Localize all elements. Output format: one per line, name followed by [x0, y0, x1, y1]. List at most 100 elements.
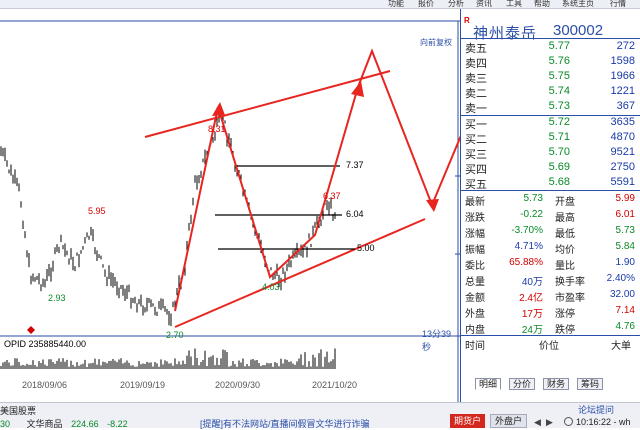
stat-label: 金额 — [465, 293, 485, 304]
stat-row: 委比 65.88% 量比 1.90 — [461, 255, 640, 272]
stat-label: 市盈率 — [555, 293, 585, 304]
tab-finance[interactable]: 财务 — [543, 378, 570, 390]
menu-item[interactable]: 分析 — [448, 0, 464, 8]
stat-label: 涨跌 — [465, 213, 485, 224]
arrow-left-icon[interactable]: ◀ — [534, 417, 541, 428]
arrowhead — [426, 199, 439, 212]
menu-item[interactable]: 行情 — [610, 0, 626, 8]
date-axis-label: 2021/10/20 — [312, 380, 358, 390]
ask-row[interactable]: 卖五 5.77 272 — [461, 39, 640, 55]
stat-value: 5.99 — [615, 193, 635, 204]
stat-label: 跌停 — [555, 325, 575, 336]
stat-value: 24万 — [521, 325, 543, 336]
menu-item[interactable]: 工具 — [506, 0, 522, 8]
stat-label: 外盘 — [465, 309, 485, 320]
ask-row[interactable]: 卖三 5.75 1966 — [461, 69, 640, 85]
menu-item[interactable]: 帮助 — [534, 0, 550, 8]
stat-value: 4.76 — [615, 321, 635, 332]
stat-value: 17万 — [521, 309, 543, 320]
stat-value: 4.71% — [514, 241, 543, 252]
stat-label: 涨幅 — [465, 229, 485, 240]
bid-price: 5.68 — [548, 176, 570, 188]
price-label-831: 8.31 — [208, 124, 226, 134]
market-tag[interactable]: 美国股票 — [0, 404, 36, 417]
stat-value: -3.70% — [511, 225, 543, 236]
clock-icon — [564, 417, 573, 426]
bid-row[interactable]: 买一 5.72 3635 — [461, 115, 640, 131]
bid-price: 5.70 — [548, 146, 570, 158]
forum-link[interactable]: 论坛提问 — [578, 403, 614, 416]
price-label-403: 4.03 — [262, 282, 280, 292]
ask-row[interactable]: 卖二 5.74 1221 — [461, 84, 640, 100]
date-axis-label: 2020/09/30 — [215, 380, 261, 390]
foreign-account-button[interactable]: 外盘户 — [490, 414, 528, 428]
stat-value: 32.00 — [609, 289, 635, 300]
date-axis-label: 2018/09/06 — [22, 380, 68, 390]
menu-item[interactable]: 资讯 — [476, 0, 492, 8]
stat-row: 最新 5.73 开盘 5.99 — [461, 191, 640, 208]
bid-row[interactable]: 买二 5.71 4870 — [461, 130, 640, 146]
stat-label: 最低 — [555, 229, 575, 240]
stat-row: 总量 40万 换手率 2.40% — [461, 271, 640, 288]
futures-account-button[interactable]: 期货户 — [450, 414, 486, 428]
volume-series — [0, 348, 336, 369]
tab-price-split[interactable]: 分价 — [509, 378, 536, 390]
stat-label: 涨停 — [555, 309, 575, 320]
ask-volume: 272 — [616, 40, 635, 52]
quote-panel: R 神州泰岳 300002 卖五 5.77 272 卖四 5.76 1598 卖三 5.75 1… — [460, 9, 640, 402]
ask-row[interactable]: 卖一 5.73 367 — [461, 99, 640, 115]
menu-item[interactable]: 报价 — [418, 0, 434, 8]
bid-row[interactable]: 买三 5.70 9521 — [461, 145, 640, 161]
price-label-604: 6.04 — [346, 209, 364, 219]
stat-row: 振幅 4.71% 均价 5.84 — [461, 239, 640, 256]
stock-header: R 神州泰岳 300002 — [461, 16, 640, 42]
bid-volume: 3635 — [610, 116, 635, 128]
tape-col-time: 时间 — [465, 341, 485, 352]
stat-label: 均价 — [555, 245, 575, 256]
stock-code: 300002 — [553, 22, 604, 39]
bid-volume: 9521 — [610, 146, 635, 158]
price-label-637: 6.37 — [323, 191, 341, 201]
stat-row: 内盘 24万 跌停 4.76 — [461, 319, 640, 336]
kline-chart-area[interactable]: 向前复权 8.31 5.95 7.37 6.37 6.04 5.00 4.03 … — [0, 9, 460, 402]
bid-volume: 4870 — [610, 131, 635, 143]
tab-detail[interactable]: 明细 — [475, 378, 502, 390]
stat-value: 2.4亿 — [519, 293, 543, 304]
arrowhead — [212, 102, 225, 116]
volume-indicator-label: OPID 235885440.00 — [4, 339, 87, 349]
menu-item[interactable]: 系统主页 — [562, 0, 594, 8]
price-label-595: 5.95 — [88, 206, 106, 216]
price-label-293: 2.93 — [48, 293, 66, 303]
ask-volume: 1598 — [610, 55, 635, 67]
stat-row: 涨跌 -0.22 最高 6.01 — [461, 207, 640, 224]
ask-volume: 1221 — [610, 85, 635, 97]
trade-tape-header: 时间 价位 大单 — [461, 335, 640, 352]
ask-price: 5.73 — [548, 100, 570, 112]
menu-item[interactable]: 功能 — [388, 0, 404, 8]
ask-price: 5.76 — [548, 55, 570, 67]
bid-price: 5.72 — [548, 116, 570, 128]
stat-value: 65.88% — [509, 257, 543, 268]
stat-value: 6.01 — [615, 209, 635, 220]
ask-volume: 367 — [616, 100, 635, 112]
clock: 10:16:22 - wh — [576, 417, 631, 427]
date-axis-label: 2019/09/19 — [120, 380, 166, 390]
stat-value: -0.22 — [520, 209, 543, 220]
stat-label: 换手率 — [555, 277, 585, 288]
bid-volume: 5591 — [610, 176, 635, 188]
arrow-right-icon[interactable]: ▶ — [546, 417, 553, 428]
ask-row[interactable]: 卖四 5.76 1598 — [461, 54, 640, 70]
stat-label: 量比 — [555, 261, 575, 272]
arrowhead — [351, 81, 364, 97]
stat-value: 7.14 — [615, 305, 635, 316]
tab-chips[interactable]: 筹码 — [577, 378, 604, 390]
fraud-notice-link[interactable]: [提醒]有不法网站/直播间假冒文华进行诈骗 — [200, 417, 370, 430]
adjustment-mode-label[interactable]: 向前复权 — [420, 37, 452, 48]
bid-row[interactable]: 买四 5.69 2750 — [461, 160, 640, 176]
stat-label: 内盘 — [465, 325, 485, 336]
stat-label: 最高 — [555, 213, 575, 224]
tape-col-price: 价位 — [539, 341, 559, 352]
tape-col-volume: 大单 — [611, 341, 631, 352]
bid-row[interactable]: 买五 5.68 5591 — [461, 175, 640, 191]
bid-price: 5.71 — [548, 131, 570, 143]
